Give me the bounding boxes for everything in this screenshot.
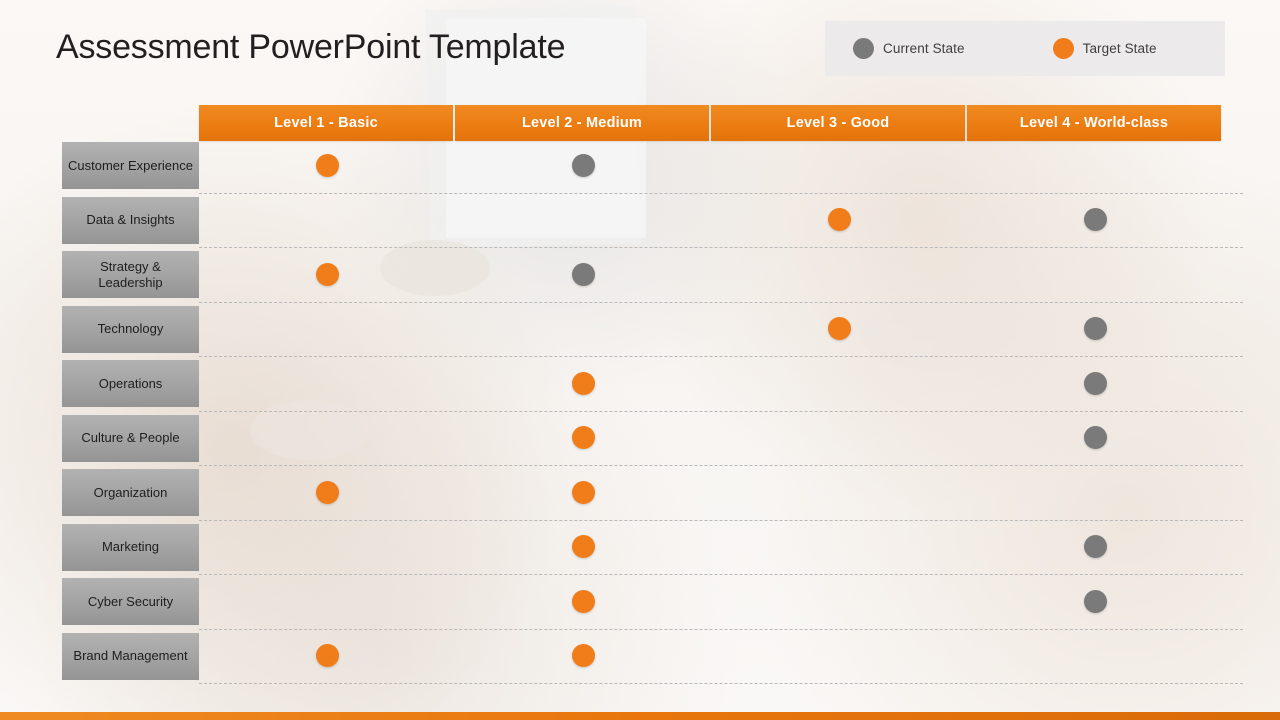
column-header-level-3: Level 3 - Good <box>711 105 965 141</box>
row-label-8: Cyber Security <box>62 578 199 625</box>
current-state-marker-icon <box>1083 208 1107 232</box>
matrix-cell[interactable] <box>455 302 711 357</box>
matrix-cell[interactable] <box>199 356 455 411</box>
matrix-cell[interactable] <box>967 629 1223 684</box>
current-state-marker-icon <box>1083 317 1107 341</box>
legend-item-target-state: Target State <box>1052 38 1157 59</box>
matrix-cell[interactable] <box>455 520 711 575</box>
row-track <box>199 302 1243 357</box>
row-label-2: Strategy & Leadership <box>62 251 199 298</box>
target-state-marker-icon <box>315 153 339 177</box>
current-state-marker-icon <box>1083 371 1107 395</box>
matrix-cell[interactable] <box>199 302 455 357</box>
matrix-cell[interactable] <box>455 356 711 411</box>
column-header-level-1: Level 1 - Basic <box>199 105 453 141</box>
matrix-cell[interactable] <box>455 193 711 248</box>
bottom-accent-bar <box>0 712 1280 720</box>
matrix-cell[interactable] <box>967 356 1223 411</box>
legend-label-target-state: Target State <box>1082 41 1157 56</box>
matrix-cell[interactable] <box>711 574 967 629</box>
target-state-marker-icon <box>315 262 339 286</box>
matrix-cell[interactable] <box>967 138 1223 193</box>
current-state-marker-icon <box>571 153 595 177</box>
matrix-cell[interactable] <box>711 193 967 248</box>
matrix-cell[interactable] <box>711 302 967 357</box>
matrix-cell[interactable] <box>455 465 711 520</box>
row-track <box>199 247 1243 303</box>
matrix-cell[interactable] <box>199 193 455 248</box>
matrix-cell[interactable] <box>711 465 967 520</box>
circle-icon <box>1052 38 1074 59</box>
current-state-marker-icon <box>1083 535 1107 559</box>
matrix-header-row: Level 1 - Basic Level 2 - Medium Level 3… <box>199 105 1223 141</box>
legend-label-current-state: Current State <box>883 41 965 56</box>
target-state-marker-icon <box>827 317 851 341</box>
matrix-cell[interactable] <box>455 247 711 302</box>
row-label-1: Data & Insights <box>62 196 199 244</box>
row-label-0: Customer Experience <box>62 142 199 189</box>
matrix-cell[interactable] <box>455 574 711 629</box>
matrix-cell[interactable] <box>967 302 1223 357</box>
target-state-marker-icon <box>571 371 595 395</box>
matrix-cell[interactable] <box>199 411 455 466</box>
current-state-marker-icon <box>571 262 595 286</box>
column-header-level-4: Level 4 - World-class <box>967 105 1221 141</box>
row-track <box>199 193 1243 248</box>
matrix-cell[interactable] <box>711 629 967 684</box>
row-track <box>199 411 1243 466</box>
matrix-cell[interactable] <box>711 356 967 411</box>
legend: Current State Target State <box>825 21 1225 76</box>
row-label-5: Culture & People <box>62 414 199 462</box>
row-label-7: Marketing <box>62 523 199 571</box>
matrix-cell[interactable] <box>199 138 455 193</box>
row-track <box>199 356 1243 412</box>
matrix-cell[interactable] <box>711 247 967 302</box>
matrix-cell[interactable] <box>711 138 967 193</box>
matrix-cell[interactable] <box>199 574 455 629</box>
matrix-cell[interactable] <box>199 629 455 684</box>
target-state-marker-icon <box>571 644 595 668</box>
matrix-cell[interactable] <box>199 465 455 520</box>
target-state-marker-icon <box>315 480 339 504</box>
matrix-cell[interactable] <box>711 411 967 466</box>
target-state-marker-icon <box>315 644 339 668</box>
matrix-cell[interactable] <box>967 193 1223 248</box>
row-track <box>199 520 1243 575</box>
target-state-marker-icon <box>571 589 595 613</box>
target-state-marker-icon <box>827 208 851 232</box>
matrix-cell[interactable] <box>711 520 967 575</box>
matrix-cell[interactable] <box>455 138 711 193</box>
matrix-cell[interactable] <box>967 411 1223 466</box>
matrix-cell[interactable] <box>455 411 711 466</box>
column-header-level-2: Level 2 - Medium <box>455 105 709 141</box>
matrix-cell[interactable] <box>967 574 1223 629</box>
current-state-marker-icon <box>1083 589 1107 613</box>
current-state-marker-icon <box>1083 426 1107 450</box>
row-track <box>199 465 1243 521</box>
row-label-3: Technology <box>62 305 199 353</box>
circle-icon <box>853 38 874 59</box>
target-state-marker-icon <box>571 535 595 559</box>
target-state-marker-icon <box>571 426 595 450</box>
target-state-marker-icon <box>571 480 595 504</box>
row-track <box>199 629 1243 684</box>
matrix-cell[interactable] <box>199 520 455 575</box>
matrix-cell[interactable] <box>455 629 711 684</box>
page-title: Assessment PowerPoint Template <box>56 28 566 66</box>
row-label-9: Brand Management <box>62 632 199 680</box>
slide: Assessment PowerPoint Template Current S… <box>0 0 1280 720</box>
row-track <box>199 138 1243 194</box>
row-label-6: Organization <box>62 469 199 516</box>
matrix-cell[interactable] <box>967 465 1223 520</box>
row-track <box>199 574 1243 630</box>
matrix-cell[interactable] <box>967 247 1223 302</box>
legend-item-current-state: Current State <box>853 38 965 59</box>
matrix-cell[interactable] <box>967 520 1223 575</box>
row-label-4: Operations <box>62 360 199 407</box>
matrix-cell[interactable] <box>199 247 455 302</box>
